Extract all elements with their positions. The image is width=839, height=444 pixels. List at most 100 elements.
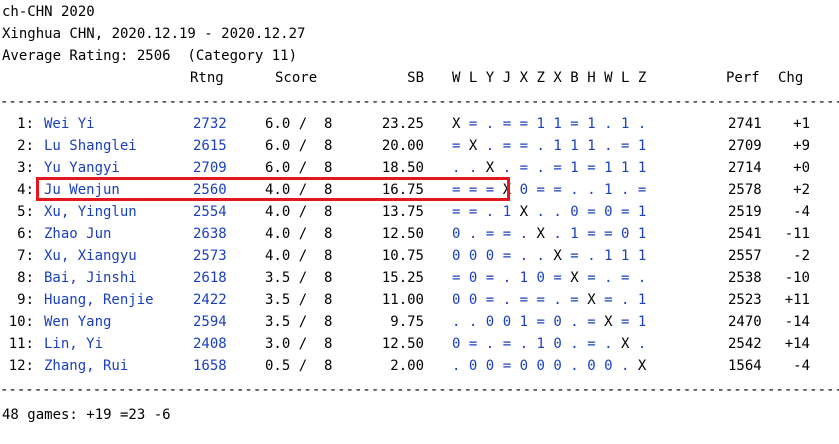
game-result-link[interactable]: = <box>537 312 545 332</box>
game-result-link[interactable]: 1 <box>570 136 578 156</box>
game-result-link[interactable]: . <box>638 268 646 288</box>
game-result-link[interactable]: . <box>452 356 460 376</box>
player-name-link[interactable]: Zhao Jun <box>44 224 111 244</box>
game-result-link[interactable]: 0 <box>553 356 561 376</box>
game-result-link[interactable]: = <box>587 158 595 178</box>
game-result-link[interactable]: = <box>486 224 494 244</box>
game-result-link[interactable]: = <box>520 136 528 156</box>
game-result-link[interactable]: 1 <box>604 158 612 178</box>
game-result-link[interactable]: . <box>486 136 494 156</box>
player-name-link[interactable]: Yu Yangyi <box>44 158 120 178</box>
game-result-link[interactable]: = <box>621 136 629 156</box>
game-result-link[interactable]: . <box>486 334 494 354</box>
game-result-link[interactable]: 0 <box>469 268 477 288</box>
game-result-link[interactable]: 0 <box>486 356 494 376</box>
game-result-link[interactable]: = <box>587 202 595 222</box>
game-result-link[interactable]: = <box>469 334 477 354</box>
player-name-link[interactable]: Huang, Renjie <box>44 290 154 310</box>
game-result-link[interactable]: 0 <box>469 356 477 376</box>
player-name-link[interactable]: Xu, Xiangyu <box>44 246 137 266</box>
game-result-link[interactable]: . <box>486 114 494 134</box>
game-result-link[interactable]: 0 <box>486 246 494 266</box>
game-result-link[interactable]: = <box>621 268 629 288</box>
game-result-link[interactable]: . <box>553 290 561 310</box>
game-result-link[interactable]: . <box>604 268 612 288</box>
game-result-link[interactable]: = <box>452 202 460 222</box>
game-result-link[interactable]: 1 <box>553 114 561 134</box>
game-result-link[interactable]: . <box>537 158 545 178</box>
game-result-link[interactable]: 0 <box>503 312 511 332</box>
game-result-link[interactable]: = <box>570 114 578 134</box>
game-result-link[interactable]: = <box>621 202 629 222</box>
game-result-link[interactable]: = <box>452 136 460 156</box>
game-result-link[interactable]: . <box>469 158 477 178</box>
game-result-link[interactable]: = <box>503 356 511 376</box>
game-result-link[interactable]: 0 <box>452 290 460 310</box>
player-name-link[interactable]: Lu Shanglei <box>44 136 137 156</box>
game-result-link[interactable]: . <box>604 114 612 134</box>
player-name-link[interactable]: Zhang, Rui <box>44 356 128 376</box>
game-result-link[interactable]: 1 <box>537 114 545 134</box>
game-result-link[interactable]: = <box>469 114 477 134</box>
player-name-link[interactable]: Lin, Yi <box>44 334 103 354</box>
game-result-link[interactable]: = <box>570 246 578 266</box>
game-result-link[interactable]: = <box>604 290 612 310</box>
game-result-link[interactable]: 0 <box>537 356 545 376</box>
game-result-link[interactable]: = <box>553 158 561 178</box>
game-result-link[interactable]: 1 <box>503 202 511 222</box>
game-result-link[interactable]: 0 <box>469 246 477 266</box>
game-result-link[interactable]: . <box>452 158 460 178</box>
game-result-link[interactable]: = <box>553 180 561 200</box>
game-result-link[interactable]: 1 <box>570 158 578 178</box>
game-result-link[interactable]: 1 <box>553 136 561 156</box>
game-result-link[interactable]: . <box>520 334 528 354</box>
game-result-link[interactable]: = <box>452 268 460 288</box>
game-result-link[interactable]: 1 <box>520 312 528 332</box>
game-result-link[interactable]: . <box>604 136 612 156</box>
game-result-link[interactable]: = <box>503 246 511 266</box>
game-result-link[interactable]: . <box>503 268 511 288</box>
game-result-link[interactable]: = <box>638 180 646 200</box>
game-result-link[interactable]: 1 <box>587 136 595 156</box>
player-name-link[interactable]: Bai, Jinshi <box>44 268 137 288</box>
game-result-link[interactable]: = <box>570 290 578 310</box>
game-result-link[interactable]: . <box>587 246 595 266</box>
game-result-link[interactable]: . <box>503 290 511 310</box>
game-result-link[interactable]: 1 <box>621 158 629 178</box>
player-name-link[interactable]: Wei Yi <box>44 114 95 134</box>
game-result-link[interactable]: 0 <box>520 180 528 200</box>
game-result-link[interactable]: = <box>486 268 494 288</box>
game-result-link[interactable]: = <box>520 290 528 310</box>
game-result-link[interactable]: . <box>604 334 612 354</box>
game-result-link[interactable]: 0 <box>452 224 460 244</box>
game-result-link[interactable]: = <box>587 268 595 288</box>
player-name-link[interactable]: Xu, Yinglun <box>44 202 137 222</box>
game-result-link[interactable]: 1 <box>587 114 595 134</box>
game-result-link[interactable]: 0 <box>553 312 561 332</box>
game-result-link[interactable]: . <box>621 290 629 310</box>
game-result-link[interactable]: . <box>553 224 561 244</box>
game-result-link[interactable]: = <box>587 312 595 332</box>
game-result-link[interactable]: . <box>469 224 477 244</box>
game-result-link[interactable]: = <box>587 334 595 354</box>
game-result-link[interactable]: 0 <box>469 290 477 310</box>
game-result-link[interactable]: 1 <box>638 158 646 178</box>
game-result-link[interactable]: = <box>503 334 511 354</box>
game-result-link[interactable]: . <box>537 202 545 222</box>
game-result-link[interactable]: . <box>486 202 494 222</box>
game-result-link[interactable]: 0 <box>452 246 460 266</box>
game-result-link[interactable]: = <box>503 114 511 134</box>
game-result-link[interactable]: 0 <box>621 224 629 244</box>
game-result-link[interactable]: . <box>537 246 545 266</box>
game-result-link[interactable]: = <box>520 158 528 178</box>
game-result-link[interactable]: 1 <box>570 224 578 244</box>
game-result-link[interactable]: 1 <box>604 246 612 266</box>
game-result-link[interactable]: . <box>520 224 528 244</box>
game-result-link[interactable]: = <box>486 290 494 310</box>
game-result-link[interactable]: 0 <box>486 312 494 332</box>
game-result-link[interactable]: 1 <box>604 180 612 200</box>
game-result-link[interactable]: . <box>638 334 646 354</box>
game-result-link[interactable]: . <box>587 180 595 200</box>
game-result-link[interactable]: . <box>553 202 561 222</box>
game-result-link[interactable]: = <box>503 136 511 156</box>
